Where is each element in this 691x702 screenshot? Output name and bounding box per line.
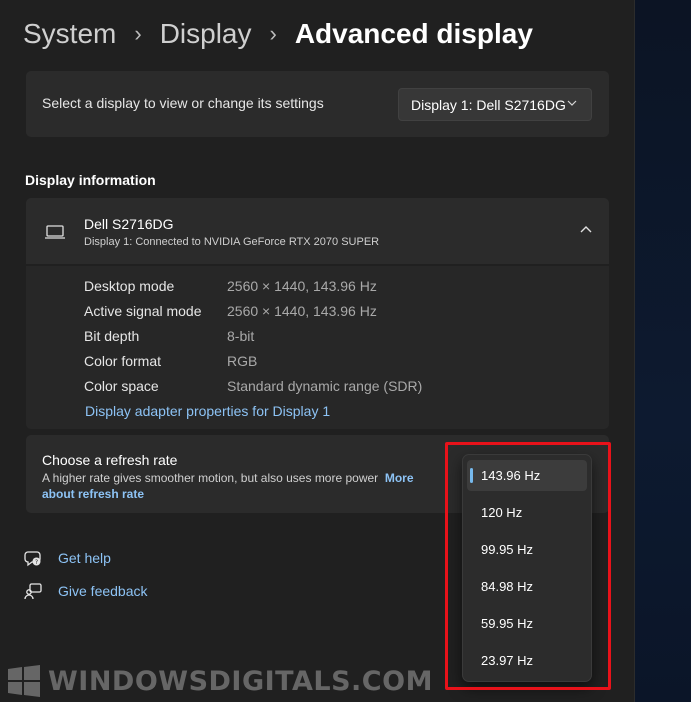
display-select-value: Display 1: Dell S2716DG xyxy=(411,96,566,113)
page-title: Advanced display xyxy=(294,18,533,49)
watermark-text: WINDOWSDIGITALS.COM xyxy=(48,665,433,697)
spec-value: 8-bit xyxy=(227,328,255,344)
monitor-name: Dell S2716DG xyxy=(84,216,174,232)
breadcrumb-system[interactable]: System xyxy=(23,18,116,50)
spec-label: Bit depth xyxy=(84,328,140,344)
display-information-heading: Display information xyxy=(25,172,156,188)
display-adapter-properties-link[interactable]: Display adapter properties for Display 1 xyxy=(85,403,330,419)
give-feedback-link[interactable]: Give feedback xyxy=(24,582,148,600)
refresh-rate-description: A higher rate gives smoother motion, but… xyxy=(42,470,442,502)
get-help-link[interactable]: ? Get help xyxy=(24,549,111,567)
get-help-label: Get help xyxy=(58,550,111,566)
refresh-rate-title: Choose a refresh rate xyxy=(42,452,178,468)
chevron-right-icon: › xyxy=(269,21,277,46)
monitor-connection: Display 1: Connected to NVIDIA GeForce R… xyxy=(84,236,380,248)
chevron-right-icon: › xyxy=(134,21,142,46)
feedback-icon xyxy=(24,583,42,600)
spec-label: Desktop mode xyxy=(84,278,175,294)
chevron-up-icon[interactable] xyxy=(579,225,593,235)
breadcrumb: System › Display › Advanced display xyxy=(23,14,533,54)
laptop-monitor-icon xyxy=(45,225,65,239)
spec-value: Standard dynamic range (SDR) xyxy=(227,378,423,394)
breadcrumb-display[interactable]: Display xyxy=(160,18,252,50)
spec-value: RGB xyxy=(227,353,258,369)
spec-value: 2560 × 1440, 143.96 Hz xyxy=(227,278,377,294)
spec-label: Color space xyxy=(84,378,159,394)
spec-value: 2560 × 1440, 143.96 Hz xyxy=(227,303,377,319)
display-info-details: Desktop mode 2560 × 1440, 143.96 Hz Acti… xyxy=(26,266,609,429)
help-chat-icon: ? xyxy=(24,551,41,567)
svg-text:?: ? xyxy=(35,559,38,566)
give-feedback-label: Give feedback xyxy=(58,583,148,599)
display-select-dropdown[interactable]: Display 1: Dell S2716DG xyxy=(398,88,592,121)
highlight-annotation xyxy=(445,442,611,690)
refresh-rate-description-text: A higher rate gives smoother motion, but… xyxy=(42,471,379,485)
chevron-down-icon xyxy=(567,100,577,106)
spec-label: Color format xyxy=(84,353,162,369)
spec-label: Active signal mode xyxy=(84,303,202,319)
windows-logo-icon xyxy=(8,665,40,697)
desktop-background xyxy=(634,0,691,702)
watermark: WINDOWSDIGITALS.COM xyxy=(6,664,433,698)
display-select-label: Select a display to view or change its s… xyxy=(42,95,324,111)
display-info-expander[interactable]: Dell S2716DG Display 1: Connected to NVI… xyxy=(26,198,609,264)
display-select-card: Select a display to view or change its s… xyxy=(26,71,609,137)
